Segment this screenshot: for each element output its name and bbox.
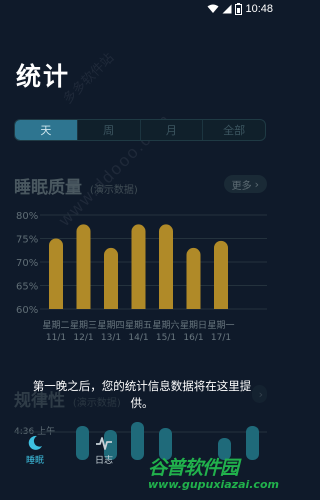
x-tick-date: 12/1 bbox=[73, 333, 93, 343]
watermark-logo: 谷普软件园 www.gupuxiazai.com bbox=[148, 453, 279, 498]
chevron-right-icon: › bbox=[254, 177, 259, 191]
pulse-icon bbox=[96, 437, 112, 450]
watermark-logo-url: www.gupuxiazai.com bbox=[148, 478, 279, 491]
sleep-quality-more-button[interactable]: 更多 › bbox=[223, 175, 267, 193]
y-tick-label: 80% bbox=[16, 211, 38, 222]
x-tick-date: 16/1 bbox=[183, 333, 203, 343]
status-bar: 10:48 bbox=[0, 0, 281, 20]
watermark-logo-text: 谷普软件园 bbox=[148, 457, 239, 479]
chart-bar bbox=[131, 224, 146, 309]
chart-bar-base bbox=[76, 302, 91, 309]
x-tick-weekday: 星期三 bbox=[70, 320, 97, 331]
statistics-screen: 10:48 统计 www.ddooo.com 多多软件站 天 周 月 全部 睡眠… bbox=[0, 0, 281, 500]
chart-bar-base bbox=[131, 302, 146, 309]
y-tick-label: 60% bbox=[16, 305, 38, 316]
x-tick-weekday: 星期一 bbox=[207, 320, 234, 331]
regularity-more-button[interactable]: › bbox=[251, 385, 267, 403]
sleep-quality-subtitle: (演示数据) bbox=[89, 185, 138, 196]
x-tick-date: 13/1 bbox=[101, 333, 121, 343]
chart-bar bbox=[186, 247, 201, 309]
battery-icon bbox=[235, 3, 242, 15]
x-tick-weekday: 星期日 bbox=[180, 320, 207, 331]
sleep-quality-title: 睡眠质量 (演示数据) bbox=[14, 173, 138, 198]
sleep-quality-chart: 80% 75% 70% 65% 60% 星期二 11/1 星期三 12/1 星期四 13/1 星期五 1… bbox=[16, 211, 267, 343]
regularity-title-text: 规律性 bbox=[14, 391, 65, 411]
status-time: 10:48 bbox=[245, 3, 273, 15]
moon-icon bbox=[28, 435, 42, 450]
chart-bar-base bbox=[186, 302, 201, 309]
wifi-icon bbox=[207, 4, 219, 13]
y-tick-label: 70% bbox=[16, 258, 38, 269]
chart-bar bbox=[104, 247, 118, 309]
chart-bar-base bbox=[214, 302, 228, 309]
regularity-subtitle: (演示数据) bbox=[72, 398, 121, 409]
tab-day[interactable]: 天 bbox=[15, 120, 78, 140]
x-tick-date: 11/1 bbox=[46, 333, 66, 343]
chevron-right-icon: › bbox=[258, 387, 263, 401]
y-tick-label: 65% bbox=[16, 282, 38, 293]
x-tick-weekday: 星期五 bbox=[125, 320, 152, 331]
nav-sleep[interactable]: 睡眠 bbox=[10, 435, 60, 466]
chart-bar-base bbox=[104, 302, 118, 309]
chart-bar bbox=[214, 240, 228, 309]
x-tick-date: 14/1 bbox=[128, 333, 148, 343]
chart-bar bbox=[49, 238, 63, 309]
nav-diary-label: 日志 bbox=[94, 456, 113, 466]
x-tick-date: 15/1 bbox=[156, 333, 176, 343]
x-tick-weekday: 星期二 bbox=[42, 320, 69, 331]
sleep-quality-title-text: 睡眠质量 bbox=[14, 178, 82, 198]
page-title: 统计 bbox=[16, 62, 71, 91]
chart-bar bbox=[159, 224, 173, 309]
nav-sleep-label: 睡眠 bbox=[25, 456, 44, 466]
x-tick-weekday: 星期六 bbox=[152, 319, 179, 331]
signal-icon bbox=[222, 4, 232, 14]
regularity-title: 规律性 (演示数据) bbox=[14, 386, 121, 411]
chart-bar-base bbox=[49, 302, 63, 309]
chart-bar bbox=[76, 224, 91, 309]
tab-all[interactable]: 全部 bbox=[203, 120, 265, 140]
nav-diary[interactable]: 日志 bbox=[79, 435, 129, 466]
tab-month[interactable]: 月 bbox=[141, 120, 204, 140]
chart-bar-base bbox=[159, 302, 173, 309]
tab-week[interactable]: 周 bbox=[78, 120, 141, 140]
more-label: 更多 bbox=[231, 180, 252, 192]
x-tick-weekday: 星期四 bbox=[97, 320, 124, 331]
y-tick-label: 75% bbox=[16, 235, 38, 246]
x-tick-date: 17/1 bbox=[211, 333, 231, 343]
period-tabs: 天 周 月 全部 bbox=[14, 119, 266, 141]
